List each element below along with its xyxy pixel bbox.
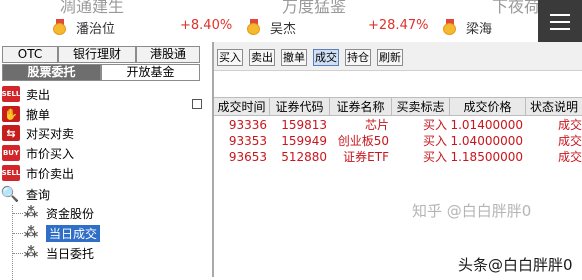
cell-time: 93336: [228, 118, 267, 132]
medal-icon: [246, 19, 262, 35]
cell-status: 成交: [557, 150, 582, 164]
tree-item-cancel[interactable]: ✋ 撤单: [2, 104, 50, 124]
left-panel: OTC 银行理财 港股通 股票委托 开放基金 SELL 卖出 ✋ 撤单 ⇆ 对买…: [0, 42, 212, 280]
cell-price: 1.18500000: [450, 150, 523, 164]
col-security-code[interactable]: 证券代码: [270, 98, 330, 116]
watermark-toutiao: 头条@白白胖胖0: [458, 256, 573, 274]
tree-item-label: 撤单: [26, 107, 51, 122]
top-banner: 凋通建生 万度猛鉴 下夜荷 潘治位 +8.40% 吴杰 +28.47% 梁海: [0, 0, 582, 44]
medal-icon: [442, 19, 458, 35]
swap-icon: ⇆: [2, 125, 20, 141]
tree-item-query[interactable]: 🔍 查询: [0, 184, 50, 204]
medal-icon: [52, 19, 68, 35]
tab-open-fund[interactable]: 开放基金: [101, 64, 200, 81]
table-row[interactable]: 93653 512880 证券ETF 买入 1.18500000 成交: [214, 150, 582, 165]
cell-status: 成交: [557, 118, 582, 132]
tab-bank-finance[interactable]: 银行理财: [58, 46, 136, 63]
cell-name: 证券ETF: [343, 150, 389, 164]
col-security-name[interactable]: 证券名称: [330, 98, 392, 116]
tree-guide-line: [12, 205, 13, 280]
trades-button[interactable]: 成交: [313, 49, 339, 66]
col-trade-time[interactable]: 成交时间: [214, 98, 270, 116]
cell-side: 买入: [422, 150, 447, 164]
tree-item-label: 当日成交: [46, 224, 101, 242]
tree-node-icon: ⁂: [23, 225, 39, 241]
watermark-zhihu: 知乎 @白白胖胖0: [412, 202, 532, 220]
panel-checkbox[interactable]: [192, 99, 202, 109]
tree-item-label: 资金股份: [46, 206, 95, 221]
cell-price: 1.04000000: [450, 134, 523, 148]
refresh-button[interactable]: 刷新: [377, 49, 403, 66]
person-gain: +28.47%: [368, 18, 429, 33]
tree-item-sell[interactable]: SELL 卖出: [2, 84, 50, 104]
tree-node-icon: ⁂: [23, 245, 39, 261]
buy-icon: BUY: [2, 145, 20, 161]
banner-person-1[interactable]: 潘治位: [52, 18, 116, 37]
cell-code: 159813: [281, 118, 327, 132]
person-name: 潘治位: [76, 21, 116, 37]
sell-button[interactable]: 卖出: [249, 49, 275, 66]
cell-name: 创业板50: [337, 134, 389, 148]
tree-item-today-orders[interactable]: ⁂ 当日委托: [22, 243, 94, 263]
cell-side: 买入: [422, 118, 447, 132]
col-status[interactable]: 状态说明: [526, 98, 582, 116]
right-panel: 买入 卖出 撤单 成交 持仓 刷新 成交时间 证券代码 证券名称 买卖标志 成交…: [214, 42, 582, 277]
tree-item-label: 当日委托: [46, 246, 95, 261]
toolbar: 买入 卖出 撤单 成交 持仓 刷新: [214, 42, 582, 71]
cancel-icon: ✋: [2, 106, 20, 122]
cell-time: 93353: [228, 134, 267, 148]
buy-button[interactable]: 买入: [217, 49, 243, 66]
banner-person-3[interactable]: 梁海: [442, 18, 493, 37]
table-row[interactable]: 93336 159813 芯片 买入 1.01400000 成交: [214, 118, 582, 133]
tab-otc[interactable]: OTC: [2, 46, 58, 63]
table-row[interactable]: 93353 159949 创业板50 买入 1.04000000 成交: [214, 134, 582, 149]
query-icon: 🔍: [0, 185, 20, 203]
tree-item-label: 查询: [26, 187, 51, 202]
banner-heading-1: 凋通建生: [60, 0, 125, 16]
cell-status: 成交: [557, 134, 582, 148]
tab-stock-order[interactable]: 股票委托: [2, 64, 101, 81]
banner-person-2[interactable]: 吴杰: [246, 18, 297, 37]
sell-icon: SELL: [2, 165, 20, 181]
tree-item-label: 市价卖出: [26, 166, 75, 181]
banner-heading-3: 下夜荷: [492, 0, 541, 16]
positions-button[interactable]: 持仓: [345, 49, 371, 66]
banner-heading-2: 万度猛鉴: [282, 0, 347, 16]
tree-node-icon: ⁂: [23, 205, 39, 221]
sell-icon: SELL: [2, 86, 20, 102]
cell-side: 买入: [422, 134, 447, 148]
tree-item-cross-trade[interactable]: ⇆ 对买对卖: [2, 123, 74, 143]
trading-window: OTC 银行理财 港股通 股票委托 开放基金 SELL 卖出 ✋ 撤单 ⇆ 对买…: [0, 42, 582, 280]
tree-item-today-trades[interactable]: ⁂ 当日成交: [22, 223, 101, 243]
tree-item-label: 市价买入: [26, 146, 75, 161]
menu-icon[interactable]: [538, 0, 582, 44]
table-header: 成交时间 证券代码 证券名称 买卖标志 成交价格 状态说明: [214, 97, 582, 116]
tree-item-label: 对买对卖: [26, 126, 75, 141]
col-price[interactable]: 成交价格: [450, 98, 526, 116]
tree-item-market-sell[interactable]: SELL 市价卖出: [2, 163, 74, 183]
tree-item-label: 卖出: [26, 87, 51, 102]
cell-code: 512880: [281, 150, 327, 164]
person-name: 梁海: [466, 21, 493, 37]
col-side[interactable]: 买卖标志: [392, 98, 450, 116]
person-name: 吴杰: [270, 21, 297, 37]
tree-item-market-buy[interactable]: BUY 市价买入: [2, 143, 74, 163]
cell-price: 1.01400000: [450, 118, 523, 132]
cell-time: 93653: [228, 150, 267, 164]
cancel-button[interactable]: 撤单: [281, 49, 307, 66]
cell-name: 芯片: [364, 118, 389, 132]
tree-item-funds-positions[interactable]: ⁂ 资金股份: [22, 203, 94, 223]
person-gain: +8.40%: [180, 18, 233, 33]
tab-hk-connect[interactable]: 港股通: [136, 46, 200, 63]
cell-code: 159949: [281, 134, 327, 148]
